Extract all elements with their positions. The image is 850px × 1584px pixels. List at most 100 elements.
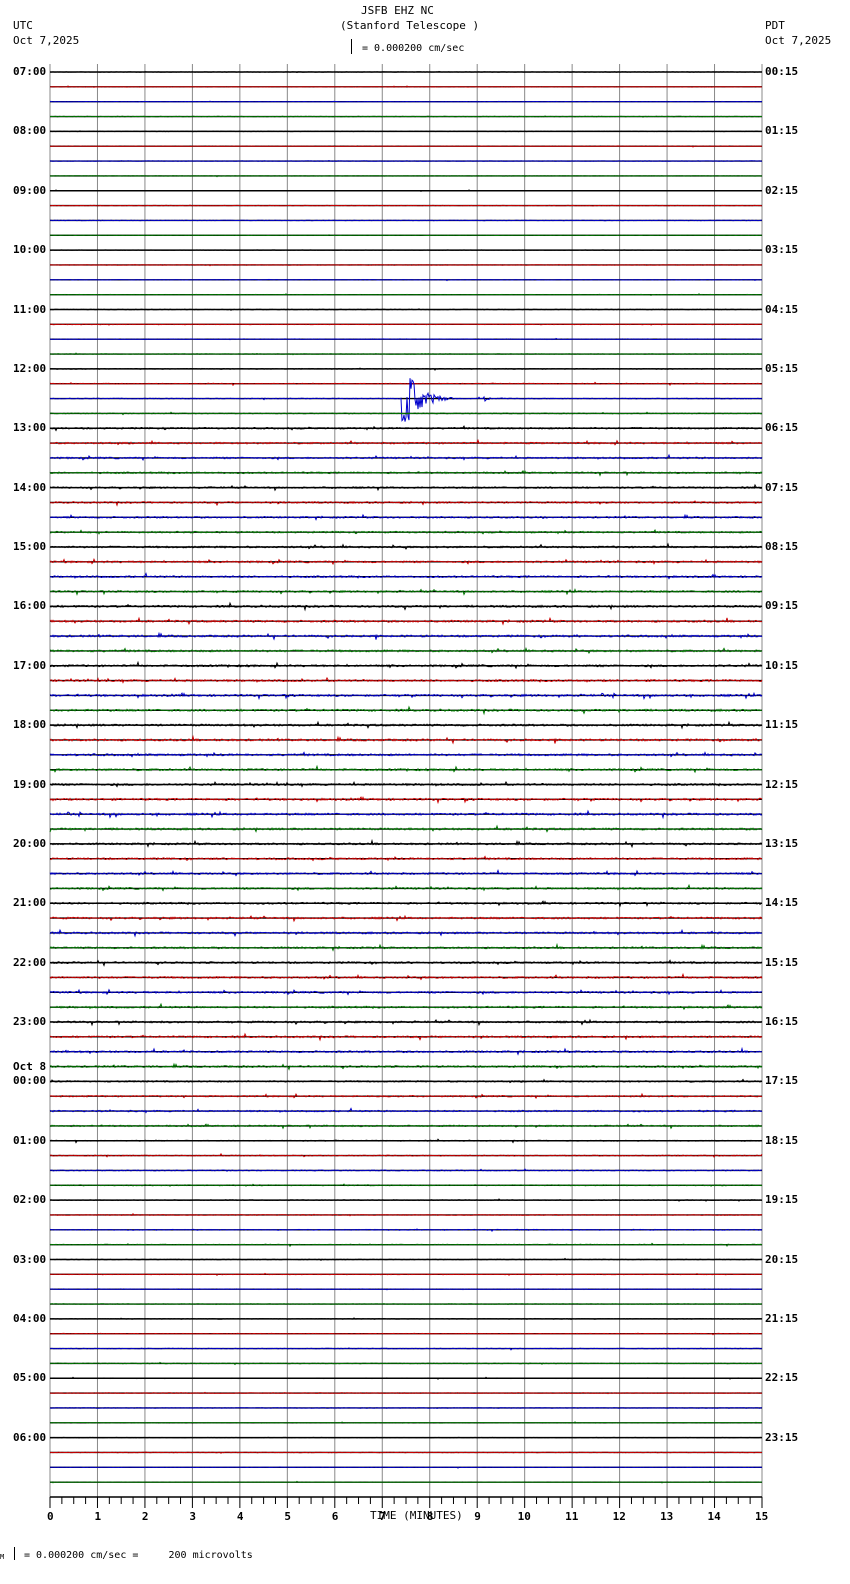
x-tick-label: 15 xyxy=(755,1510,769,1523)
seismic-trace-39 xyxy=(50,647,763,655)
pdt-hour-label: 21:15 xyxy=(765,1311,799,1325)
x-tick-label: 14 xyxy=(707,1510,721,1523)
seismic-trace-71 xyxy=(49,1123,763,1130)
utc-hour-label: 06:00 xyxy=(13,1430,47,1444)
utc-hour-label: 10:00 xyxy=(13,243,47,257)
seismic-trace-36 xyxy=(49,601,763,612)
utc-hour-label: 07:00 xyxy=(13,65,47,78)
pdt-hour-label: 19:15 xyxy=(765,1193,799,1207)
utc-hour-label: 01:00 xyxy=(13,1133,47,1147)
x-tick-label: 2 xyxy=(141,1510,149,1523)
pdt-hour-label: 23:15 xyxy=(765,1430,799,1444)
x-tick-label: 13 xyxy=(660,1510,674,1523)
utc-hour-label: 22:00 xyxy=(13,955,47,969)
seismic-trace-35 xyxy=(49,588,763,596)
pdt-hour-label: 01:15 xyxy=(765,124,799,138)
seismogram-plot xyxy=(49,64,763,1508)
seismic-trace-47 xyxy=(49,764,763,774)
seismic-trace-52 xyxy=(49,838,763,849)
x-tick-label: 8 xyxy=(426,1510,434,1523)
seismic-trace-92 xyxy=(49,1436,763,1439)
seismic-trace-2 xyxy=(49,100,763,103)
utc-hour-label: 16:00 xyxy=(13,599,47,613)
x-tick-label: 10 xyxy=(517,1510,531,1523)
x-tick-label: 5 xyxy=(284,1510,291,1523)
utc-hour-label: 02:00 xyxy=(13,1193,47,1207)
seismic-trace-33 xyxy=(49,557,763,566)
pdt-hour-label: 11:15 xyxy=(765,718,799,732)
pdt-hour-label: 02:15 xyxy=(765,183,799,197)
seismic-trace-50 xyxy=(49,809,763,820)
seismic-trace-44 xyxy=(49,720,763,730)
pdt-hour-label: 00:15 xyxy=(765,65,799,78)
utc-hour-label: 17:00 xyxy=(13,658,47,672)
seismic-trace-72 xyxy=(49,1138,763,1144)
pdt-hour-label: 17:15 xyxy=(765,1074,799,1088)
utc-hour-label: 00:00 xyxy=(13,1074,47,1088)
footer-scale-bar-icon xyxy=(14,1547,15,1560)
utc-hour-label: 14:00 xyxy=(13,480,47,494)
helicorder-page: JSFB EHZ NC (Stanford Telescope ) UTC Oc… xyxy=(0,0,850,1584)
seismic-trace-85 xyxy=(49,1332,763,1336)
pdt-hour-label: 15:15 xyxy=(765,955,799,969)
utc-hour-label: 08:00 xyxy=(13,124,47,138)
seismic-trace-25 xyxy=(49,438,763,446)
utc-hour-label: 09:00 xyxy=(13,183,47,197)
seismic-trace-73 xyxy=(49,1152,763,1158)
pdt-hour-label: 12:15 xyxy=(765,777,799,791)
x-tick-label: 11 xyxy=(565,1510,579,1523)
pdt-hour-label: 16:15 xyxy=(765,1015,799,1028)
seismic-trace-51 xyxy=(49,824,763,833)
seismic-trace-10 xyxy=(50,219,762,222)
seismic-trace-83 xyxy=(49,1303,762,1306)
pdt-hour-label: 10:15 xyxy=(765,658,799,672)
utc-hour-label: 03:00 xyxy=(13,1252,47,1266)
utc-hour-label: 18:00 xyxy=(13,718,47,732)
seismic-trace-86 xyxy=(49,1347,763,1351)
x-tick-label: 3 xyxy=(189,1510,197,1523)
seismic-trace-79 xyxy=(49,1242,763,1248)
seismic-trace-11 xyxy=(49,234,763,237)
pdt-hour-label: 13:15 xyxy=(765,836,799,850)
pdt-hour-label: 18:15 xyxy=(765,1133,799,1147)
pdt-hour-label: 07:15 xyxy=(765,480,799,494)
seismic-trace-6 xyxy=(49,159,763,162)
utc-hour-label: 11:00 xyxy=(13,302,47,316)
seismic-trace-24 xyxy=(49,425,763,432)
pdt-hour-label: 04:15 xyxy=(765,302,799,316)
x-tick-label: 12 xyxy=(612,1510,626,1523)
x-tick-label: 7 xyxy=(379,1510,386,1523)
utc-hour-label: 19:00 xyxy=(13,777,47,791)
seismic-trace-22 xyxy=(49,378,763,422)
seismic-trace-65 xyxy=(49,1032,763,1042)
pdt-hour-label: 06:15 xyxy=(765,421,799,435)
utc-hour-label: 20:00 xyxy=(13,836,47,850)
footer-scale-text: = 0.000200 cm/sec = 200 microvolts xyxy=(24,1550,253,1561)
utc-hour-label: 21:00 xyxy=(13,896,47,910)
utc-hour-label: 15:00 xyxy=(13,540,47,553)
seismic-trace-12 xyxy=(50,249,763,251)
pdt-hour-label: 03:15 xyxy=(765,243,799,257)
x-tick-label: 6 xyxy=(331,1510,339,1523)
seismic-trace-69 xyxy=(49,1092,763,1099)
footer-mark: M xyxy=(0,1553,5,1561)
seismic-trace-21 xyxy=(49,381,763,387)
x-tick-label: 0 xyxy=(47,1510,54,1523)
seismic-trace-56 xyxy=(49,900,763,908)
pdt-hour-label: 20:15 xyxy=(765,1252,799,1266)
utc-hour-label: 05:00 xyxy=(13,1371,47,1385)
utc-hour-label: 13:00 xyxy=(13,421,47,435)
x-tick-label: 1 xyxy=(94,1510,102,1523)
pdt-hour-label: 09:15 xyxy=(765,599,799,613)
x-tick-label: 4 xyxy=(236,1510,244,1523)
utc-hour-label: 12:00 xyxy=(13,361,47,375)
date-change-label: Oct 8 xyxy=(13,1060,47,1074)
utc-hour-label: 23:00 xyxy=(13,1015,47,1028)
pdt-hour-label: 22:15 xyxy=(765,1371,799,1385)
x-tick-label: 9 xyxy=(474,1510,481,1523)
pdt-hour-label: 08:15 xyxy=(765,540,799,553)
utc-hour-label: 04:00 xyxy=(13,1311,47,1325)
seismic-trace-62 xyxy=(49,988,763,996)
seismic-trace-26 xyxy=(49,453,763,461)
seismic-trace-27 xyxy=(49,470,763,477)
